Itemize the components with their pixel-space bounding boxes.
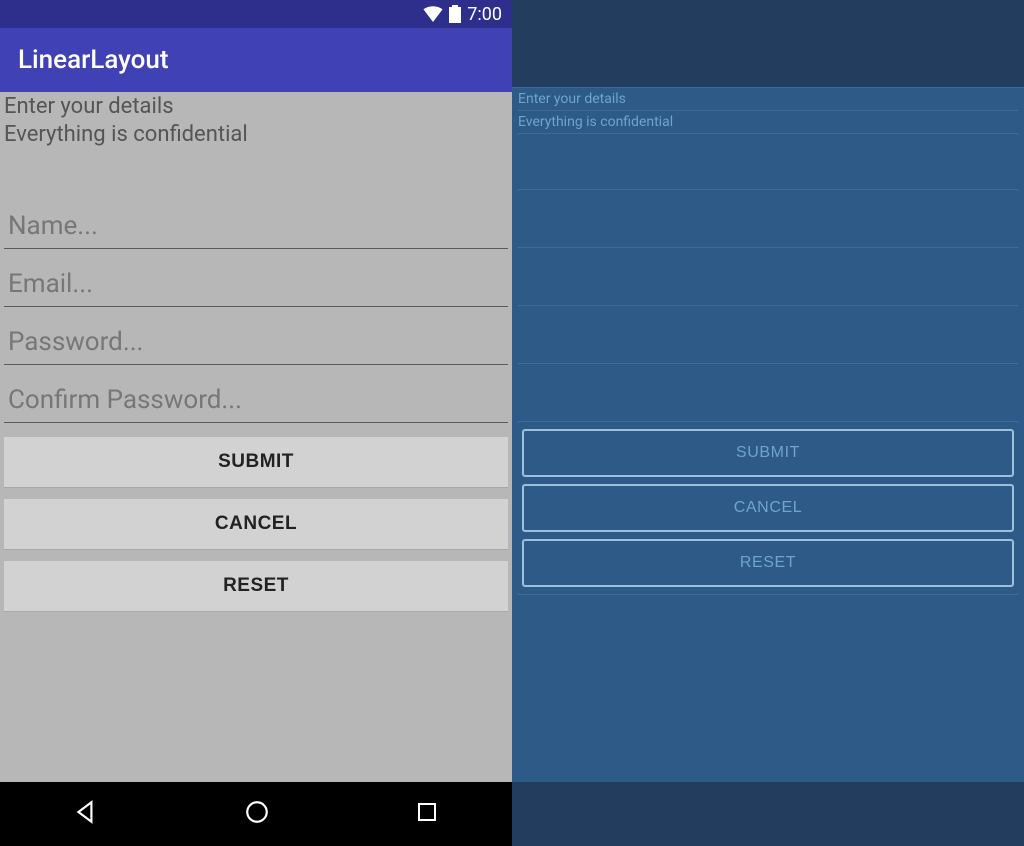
blueprint-submit-button[interactable]: SUBMIT <box>522 429 1014 477</box>
blueprint-hint-2: Everything is confidential <box>518 111 1018 134</box>
device-preview: 7:00 LinearLayout Enter your details Eve… <box>0 0 512 846</box>
password-field[interactable] <box>4 321 508 365</box>
blueprint-app-bar <box>512 28 1024 88</box>
app-title: LinearLayout <box>18 45 169 75</box>
hint-line-1: Enter your details <box>4 92 508 120</box>
recent-apps-icon[interactable] <box>415 800 439 828</box>
form-content: Enter your details Everything is confide… <box>0 92 512 782</box>
battery-icon <box>449 5 461 23</box>
blueprint-content: Enter your details Everything is confide… <box>512 88 1024 782</box>
name-field[interactable] <box>4 205 508 249</box>
clock-text: 7:00 <box>467 4 502 25</box>
android-nav-bar <box>0 782 512 846</box>
blueprint-email-field[interactable] <box>518 248 1018 306</box>
spacer <box>4 149 508 205</box>
blueprint-cancel-button[interactable]: CANCEL <box>522 484 1014 532</box>
blueprint-spacer <box>518 134 1018 190</box>
status-bar: 7:00 <box>0 0 512 28</box>
email-field[interactable] <box>4 263 508 307</box>
blueprint-nav-bar <box>512 782 1024 846</box>
blueprint-password-field[interactable] <box>518 306 1018 364</box>
blueprint-reset-button[interactable]: RESET <box>522 539 1014 587</box>
layout-blueprint: . Enter your details Everything is confi… <box>512 0 1024 846</box>
blueprint-name-field[interactable] <box>518 190 1018 248</box>
hint-line-2: Everything is confidential <box>4 120 508 148</box>
blueprint-hint-1: Enter your details <box>518 88 1018 111</box>
home-icon[interactable] <box>244 799 270 829</box>
blueprint-status-bar: . <box>512 0 1024 28</box>
cancel-button[interactable]: CANCEL <box>4 499 508 549</box>
submit-button[interactable]: SUBMIT <box>4 437 508 487</box>
app-bar: LinearLayout <box>0 28 512 92</box>
reset-button[interactable]: RESET <box>4 561 508 611</box>
wifi-icon <box>423 6 443 22</box>
blueprint-confirm-password-field[interactable] <box>518 364 1018 422</box>
confirm-password-field[interactable] <box>4 379 508 423</box>
blueprint-fill <box>518 594 1018 595</box>
back-icon[interactable] <box>73 799 99 829</box>
